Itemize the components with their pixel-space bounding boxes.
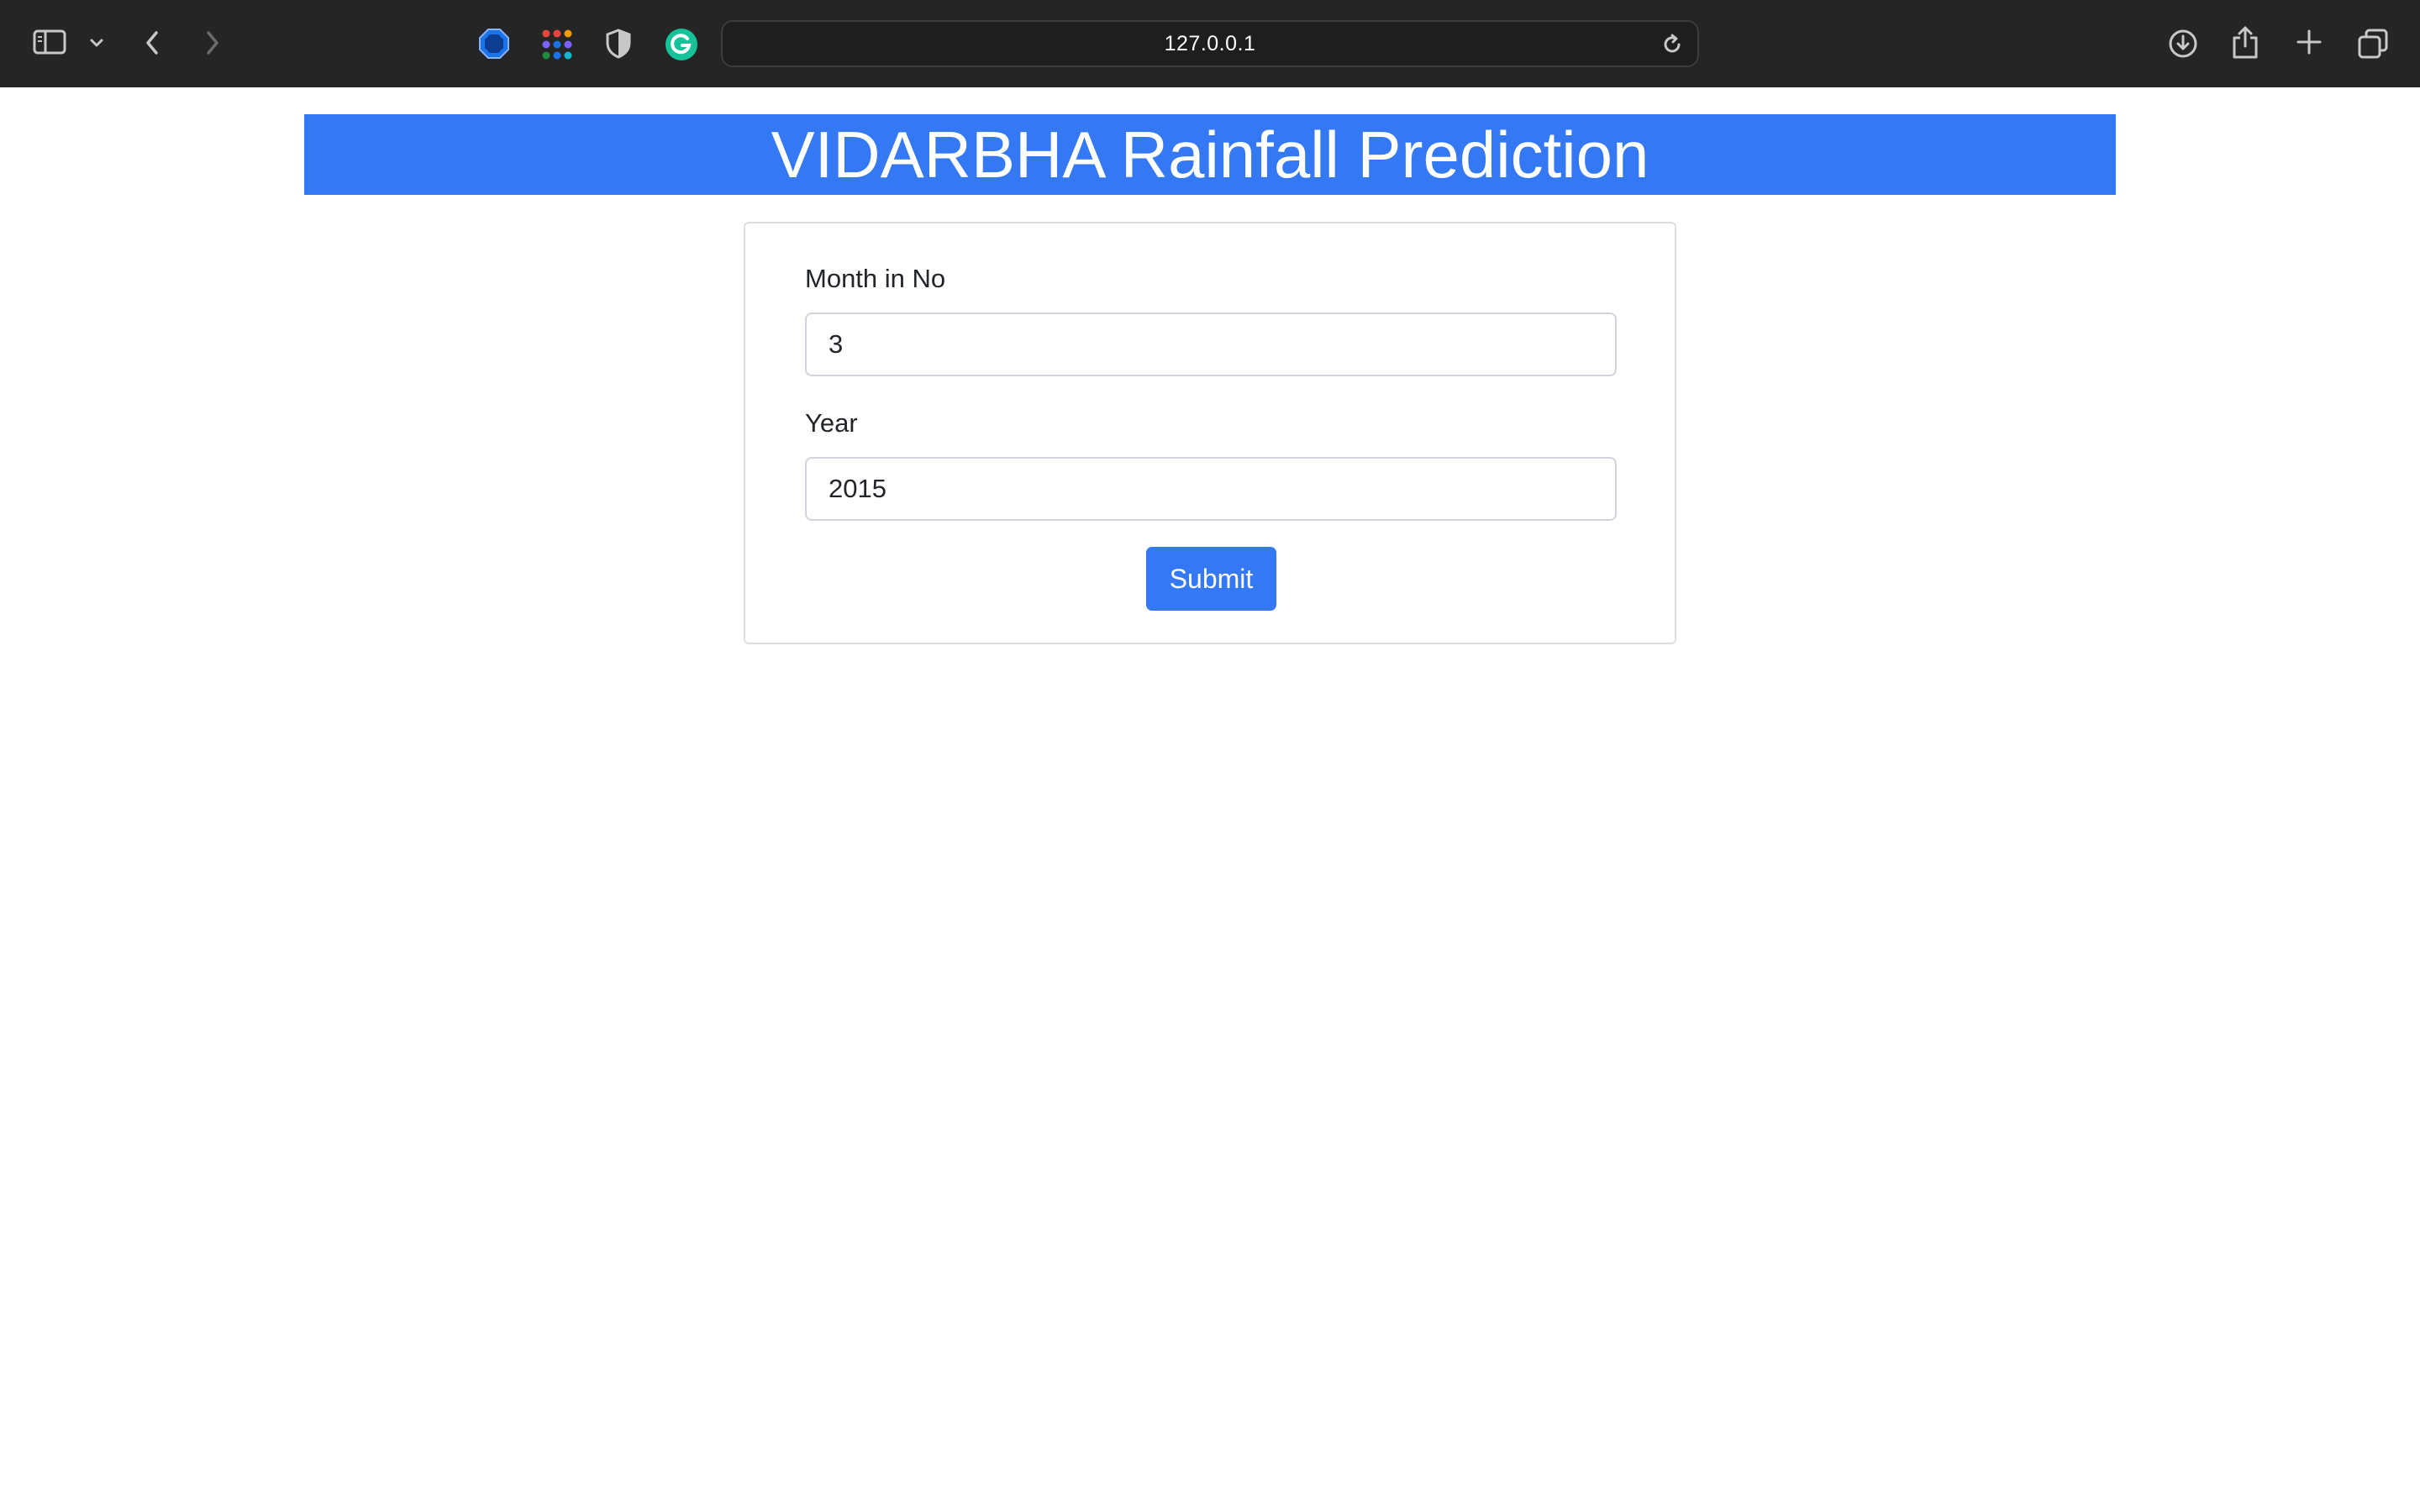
submit-button[interactable]: Submit [1146,547,1276,611]
forward-icon[interactable] [200,27,225,59]
month-input[interactable] [805,312,1617,376]
privacy-shield-icon[interactable] [603,27,634,60]
month-label: Month in No [805,264,946,293]
ublock-icon[interactable] [477,27,511,60]
address-bar[interactable]: 127.0.0.1 [721,20,1699,67]
page-title: VIDARBHA Rainfall Prediction [771,118,1649,192]
download-icon[interactable] [2166,27,2200,60]
prediction-form: Month in No Year Submit [744,222,1676,644]
tab-overview-icon[interactable] [2356,27,2390,60]
chevron-down-icon[interactable] [87,34,106,52]
back-icon[interactable] [139,27,165,59]
sidebar-icon[interactable] [32,27,69,57]
year-input[interactable] [805,457,1617,521]
grammarly-icon[interactable] [664,27,699,62]
browser-toolbar: 127.0.0.1 [0,0,2420,87]
page-header-banner: VIDARBHA Rainfall Prediction [304,114,2116,195]
url-text: 127.0.0.1 [1164,31,1256,55]
reload-icon[interactable] [1660,33,1684,56]
new-tab-icon[interactable] [2294,27,2324,57]
share-icon[interactable] [2230,24,2260,60]
apps-grid-icon[interactable] [539,27,575,62]
year-label: Year [805,408,858,438]
